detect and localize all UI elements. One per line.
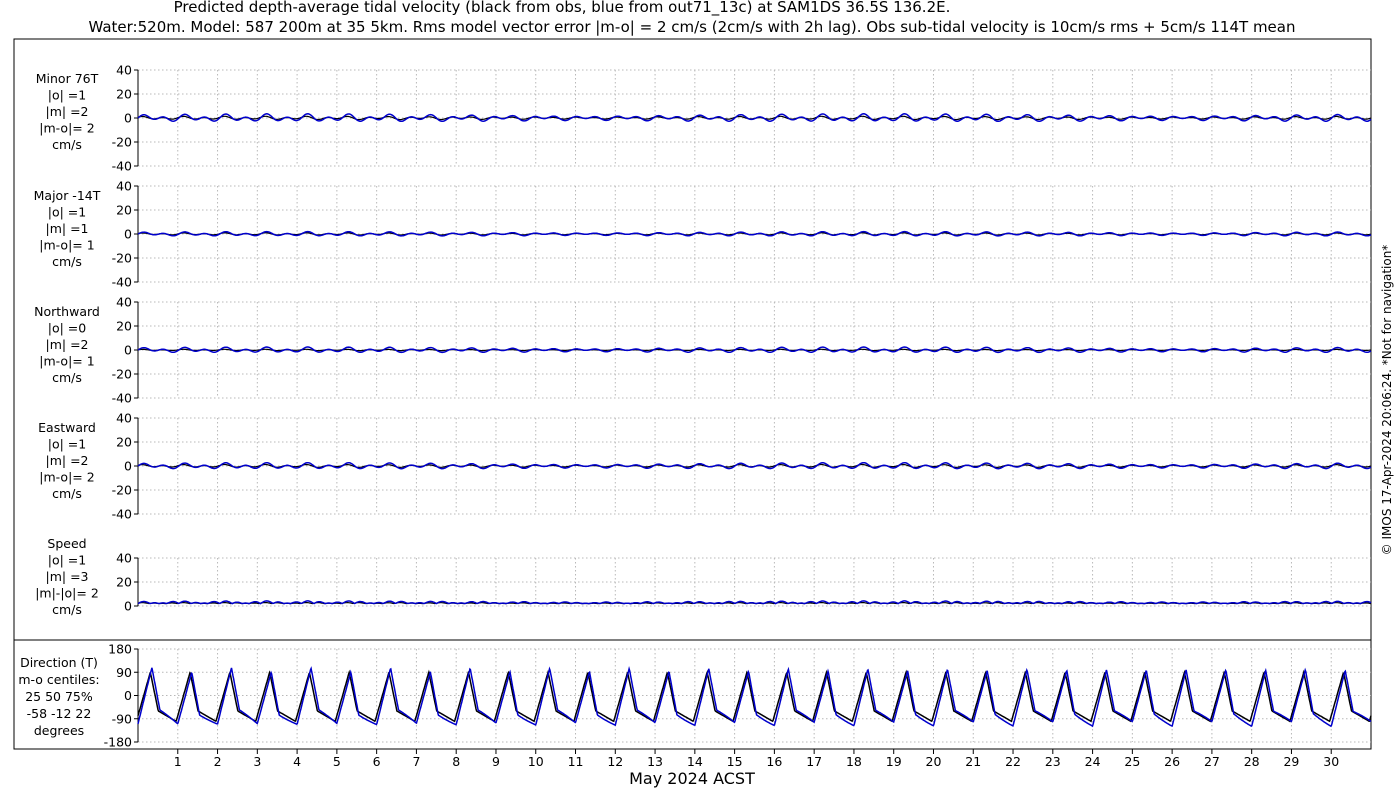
eastward-label-4: cm/s <box>52 486 82 501</box>
direction-label-1: m-o centiles: <box>18 672 99 687</box>
speed-ytick-label-0: 40 <box>116 551 132 566</box>
eastward-ytick-label-1: 20 <box>116 435 132 450</box>
x-tick-label-21: 21 <box>965 754 981 769</box>
x-tick-label-15: 15 <box>727 754 743 769</box>
minor-label-4: cm/s <box>52 137 82 152</box>
major-ytick-label-0: 40 <box>116 179 132 194</box>
speed-label-2: |m| =3 <box>46 569 89 584</box>
x-tick-label-10: 10 <box>528 754 544 769</box>
x-tick-label-9: 9 <box>492 754 500 769</box>
eastward-ytick-label-0: 40 <box>116 411 132 426</box>
northward-label-1: |o| =0 <box>48 321 87 336</box>
x-tick-label-5: 5 <box>333 754 341 769</box>
direction-ytick-label-4: -180 <box>104 735 132 750</box>
minor-ytick-label-3: -20 <box>112 135 132 150</box>
direction-label-0: Direction (T) <box>20 655 98 670</box>
major-ytick-label-1: 20 <box>116 203 132 218</box>
major-label-4: cm/s <box>52 254 82 269</box>
direction-ytick-label-0: 180 <box>108 642 132 657</box>
major-ytick-label-4: -40 <box>112 275 132 290</box>
speed-ytick-label-1: 20 <box>116 575 132 590</box>
major-label-1: |o| =1 <box>48 205 86 220</box>
minor-ytick-label-4: -40 <box>112 159 132 174</box>
x-tick-label-3: 3 <box>253 754 261 769</box>
x-tick-label-22: 22 <box>1005 754 1021 769</box>
chart-title: Predicted depth-average tidal velocity (… <box>174 0 951 17</box>
x-tick-label-7: 7 <box>412 754 420 769</box>
x-tick-label-14: 14 <box>687 754 703 769</box>
direction-obs-line <box>137 669 1372 723</box>
speed-model-line <box>137 600 1372 605</box>
x-tick-label-23: 23 <box>1045 754 1061 769</box>
x-tick-label-26: 26 <box>1164 754 1180 769</box>
speed-label-1: |o| =1 <box>48 553 86 568</box>
eastward-ytick-label-2: 0 <box>124 459 132 474</box>
x-tick-label-25: 25 <box>1124 754 1140 769</box>
direction-label-2: 25 50 75% <box>25 689 93 704</box>
minor-label-1: |o| =1 <box>48 88 86 103</box>
minor-ytick-label-0: 40 <box>116 63 132 78</box>
x-tick-label-4: 4 <box>293 754 301 769</box>
x-tick-label-24: 24 <box>1085 754 1101 769</box>
eastward-ytick-label-4: -40 <box>112 507 132 522</box>
x-tick-label-13: 13 <box>647 754 663 769</box>
x-tick-label-28: 28 <box>1244 754 1260 769</box>
northward-ytick-label-0: 40 <box>116 295 132 310</box>
minor-ytick-label-1: 20 <box>116 87 132 102</box>
x-tick-label-29: 29 <box>1283 754 1299 769</box>
direction-ytick-label-3: -90 <box>112 711 132 726</box>
x-tick-label-12: 12 <box>607 754 623 769</box>
speed-label-0: Speed <box>47 536 86 551</box>
major-label-2: |m| =1 <box>46 221 89 236</box>
x-tick-label-2: 2 <box>214 754 222 769</box>
x-tick-label-6: 6 <box>373 754 381 769</box>
x-tick-label-8: 8 <box>452 754 460 769</box>
direction-label-4: degrees <box>34 723 84 738</box>
major-label-3: |m-o|= 1 <box>39 238 94 253</box>
x-axis-label: May 2024 ACST <box>629 769 755 788</box>
eastward-label-0: Eastward <box>38 420 96 435</box>
speed-ytick-label-2: 0 <box>124 599 132 614</box>
direction-label-3: -58 -12 22 <box>27 706 92 721</box>
major-ytick-label-3: -20 <box>112 251 132 266</box>
minor-label-0: Minor 76T <box>36 71 99 86</box>
x-tick-label-16: 16 <box>766 754 782 769</box>
northward-ytick-label-4: -40 <box>112 391 132 406</box>
minor-label-2: |m| =2 <box>46 104 89 119</box>
major-label-0: Major -14T <box>34 188 101 203</box>
major-ytick-label-2: 0 <box>124 227 132 242</box>
x-tick-label-19: 19 <box>886 754 902 769</box>
copyright-note: © IMOS 17-Apr-2024 20:06:24. *Not for na… <box>1380 245 1394 556</box>
x-tick-label-1: 1 <box>174 754 182 769</box>
chart-subtitle: Water:520m. Model: 587 200m at 35 5km. R… <box>88 18 1295 36</box>
tidal-velocity-chart: Predicted depth-average tidal velocity (… <box>13 0 1394 788</box>
eastward-ytick-label-3: -20 <box>112 483 132 498</box>
x-tick-label-18: 18 <box>846 754 862 769</box>
x-tick-label-27: 27 <box>1204 754 1220 769</box>
direction-ytick-label-1: 90 <box>116 665 132 680</box>
northward-ytick-label-3: -20 <box>112 367 132 382</box>
eastward-label-3: |m-o|= 2 <box>39 470 94 485</box>
panels-group: 40200-20-40Minor 76T|o| =1|m| =2|m-o|= 2… <box>18 63 1372 750</box>
northward-label-2: |m| =2 <box>46 337 89 352</box>
minor-ytick-label-2: 0 <box>124 111 132 126</box>
direction-ytick-label-2: 0 <box>124 688 132 703</box>
speed-label-3: |m|-|o|= 2 <box>35 586 99 601</box>
eastward-label-1: |o| =1 <box>48 437 86 452</box>
speed-label-4: cm/s <box>52 602 82 617</box>
northward-label-3: |m-o|= 1 <box>39 354 94 369</box>
eastward-label-2: |m| =2 <box>46 453 89 468</box>
x-tick-label-11: 11 <box>568 754 584 769</box>
northward-label-0: Northward <box>34 304 100 319</box>
minor-label-3: |m-o|= 2 <box>39 121 94 136</box>
northward-ytick-label-2: 0 <box>124 343 132 358</box>
northward-ytick-label-1: 20 <box>116 319 132 334</box>
x-tick-label-20: 20 <box>926 754 942 769</box>
x-tick-label-17: 17 <box>806 754 822 769</box>
northward-label-4: cm/s <box>52 370 82 385</box>
x-tick-label-30: 30 <box>1323 754 1339 769</box>
x-tick-labels: 1 2 3 4 5 6 7 8 9 10 11 12 13 14 15 16 17 18 19 20 21 22 23 24 2… <box>174 749 1339 769</box>
